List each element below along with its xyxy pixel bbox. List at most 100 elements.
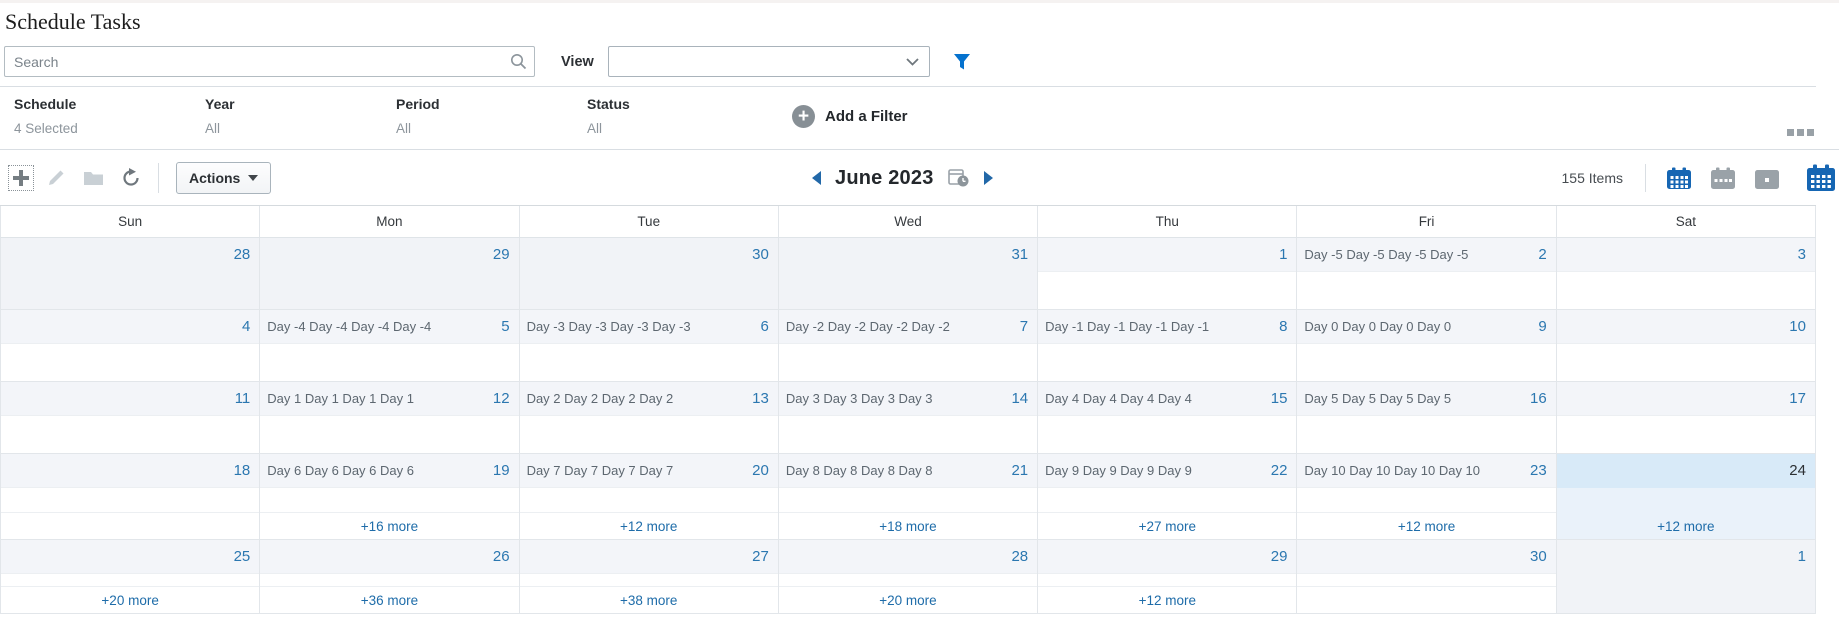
event-label[interactable]: Day 7 Day 7 Day 7 Day 7	[527, 463, 747, 478]
calendar-day-cell[interactable]: Day 7 Day 7 Day 7 Day 7 20 +12 more	[519, 454, 779, 539]
date-number[interactable]: 15	[1271, 390, 1288, 407]
filter-field-period[interactable]: Period All	[396, 96, 587, 136]
event-label[interactable]: Day 1 Day 1 Day 1 Day 1	[267, 391, 487, 406]
date-number[interactable]: 2	[1538, 246, 1546, 263]
day-view-icon[interactable]	[1754, 167, 1780, 190]
event-label[interactable]: Day 9 Day 9 Day 9 Day 9	[1045, 463, 1265, 478]
calendar-day-cell[interactable]: Day 2 Day 2 Day 2 Day 2 13	[519, 382, 779, 453]
calendar-day-cell[interactable]: 3	[1556, 238, 1816, 309]
event-label[interactable]: Day 4 Day 4 Day 4 Day 4	[1045, 391, 1265, 406]
date-number[interactable]: 23	[1530, 462, 1547, 479]
date-number[interactable]: 22	[1271, 462, 1288, 479]
more-events-link[interactable]: +36 more	[361, 593, 418, 608]
event-label[interactable]: Day 10 Day 10 Day 10 Day 10	[1304, 463, 1524, 478]
folder-icon[interactable]	[83, 169, 104, 186]
week-view-icon[interactable]	[1710, 167, 1736, 190]
calendar-day-cell[interactable]: Day 0 Day 0 Day 0 Day 0 9	[1297, 310, 1557, 381]
calendar-day-cell[interactable]: 18	[1, 454, 261, 539]
date-number[interactable]: 28	[1011, 548, 1028, 565]
date-number[interactable]: 19	[493, 462, 510, 479]
calendar-day-cell[interactable]: Day 6 Day 6 Day 6 Day 6 19 +16 more	[260, 454, 520, 539]
calendar-day-cell[interactable]: 1	[1038, 238, 1298, 309]
date-number[interactable]: 26	[493, 548, 510, 565]
date-number[interactable]: 27	[752, 548, 769, 565]
calendar-day-cell[interactable]: 29 +12 more	[1038, 540, 1298, 613]
date-number[interactable]: 20	[752, 462, 769, 479]
date-number[interactable]: 13	[752, 390, 769, 407]
calendar-panel-icon[interactable]	[1806, 164, 1836, 192]
calendar-day-cell[interactable]: Day -5 Day -5 Day -5 Day -5 2	[1297, 238, 1557, 309]
date-number[interactable]: 21	[1011, 462, 1028, 479]
more-events-link[interactable]: +12 more	[1398, 519, 1455, 534]
date-number[interactable]: 28	[234, 246, 251, 263]
date-number[interactable]: 11	[235, 390, 251, 407]
more-events-link[interactable]: +18 more	[879, 519, 936, 534]
calendar-day-cell[interactable]: 10	[1556, 310, 1816, 381]
calendar-day-cell[interactable]: Day 10 Day 10 Day 10 Day 10 23 +12 more	[1297, 454, 1557, 539]
calendar-day-cell[interactable]: Day -1 Day -1 Day -1 Day -1 8	[1038, 310, 1298, 381]
event-label[interactable]: Day -1 Day -1 Day -1 Day -1	[1045, 319, 1273, 334]
date-number[interactable]: 10	[1789, 318, 1806, 335]
more-events-link[interactable]: +20 more	[879, 593, 936, 608]
event-label[interactable]: Day 0 Day 0 Day 0 Day 0	[1304, 319, 1532, 334]
date-number[interactable]: 9	[1538, 318, 1546, 335]
date-number[interactable]: 12	[493, 390, 510, 407]
date-number[interactable]: 5	[501, 318, 509, 335]
calendar-day-cell[interactable]: 4	[1, 310, 261, 381]
next-month-icon[interactable]	[983, 171, 993, 185]
calendar-day-cell[interactable]: 31	[778, 238, 1039, 309]
date-number[interactable]: 8	[1279, 318, 1287, 335]
calendar-day-cell[interactable]: 25 +20 more	[1, 540, 261, 613]
event-label[interactable]: Day -5 Day -5 Day -5 Day -5	[1304, 247, 1532, 262]
date-number[interactable]: 16	[1530, 390, 1547, 407]
calendar-day-cell[interactable]: Day 8 Day 8 Day 8 Day 8 21 +18 more	[778, 454, 1039, 539]
date-number[interactable]: 24	[1789, 462, 1806, 479]
actions-button[interactable]: Actions	[176, 161, 272, 194]
calendar-day-cell[interactable]: Day -4 Day -4 Day -4 Day -4 5	[260, 310, 520, 381]
more-events-link[interactable]: +12 more	[620, 519, 677, 534]
date-number[interactable]: 25	[234, 548, 251, 565]
date-number[interactable]: 31	[1011, 246, 1028, 263]
more-events-link[interactable]: +20 more	[101, 593, 158, 608]
date-number[interactable]: 18	[234, 462, 251, 479]
calendar-day-cell[interactable]: 1	[1556, 540, 1816, 613]
calendar-day-cell[interactable]: Day 1 Day 1 Day 1 Day 1 12	[260, 382, 520, 453]
date-number[interactable]: 4	[242, 318, 250, 335]
filter-funnel-icon[interactable]	[952, 52, 972, 72]
calendar-day-cell[interactable]: 11	[1, 382, 261, 453]
calendar-day-cell[interactable]: 29	[260, 238, 520, 309]
event-label[interactable]: Day -3 Day -3 Day -3 Day -3	[527, 319, 755, 334]
date-number[interactable]: 14	[1011, 390, 1028, 407]
filter-field-status[interactable]: Status All	[587, 96, 778, 136]
date-picker-icon[interactable]	[947, 168, 970, 188]
add-filter-button[interactable]: + Add a Filter	[792, 104, 908, 128]
refresh-icon[interactable]	[121, 167, 141, 188]
date-number[interactable]: 17	[1789, 390, 1806, 407]
calendar-day-cell[interactable]: 30	[1297, 540, 1557, 613]
more-events-link[interactable]: +12 more	[1657, 519, 1714, 534]
date-number[interactable]: 7	[1020, 318, 1028, 335]
calendar-day-cell[interactable]: Day 5 Day 5 Day 5 Day 5 16	[1297, 382, 1557, 453]
calendar-day-cell[interactable]: Day -2 Day -2 Day -2 Day -2 7	[778, 310, 1039, 381]
filter-field-year[interactable]: Year All	[205, 96, 396, 136]
calendar-day-cell[interactable]: Day 3 Day 3 Day 3 Day 3 14	[778, 382, 1039, 453]
date-number[interactable]: 1	[1798, 548, 1806, 565]
event-label[interactable]: Day 8 Day 8 Day 8 Day 8	[786, 463, 1006, 478]
filter-field-schedule[interactable]: Schedule 4 Selected	[14, 96, 205, 136]
view-select[interactable]	[607, 46, 930, 77]
more-events-link[interactable]: +16 more	[361, 519, 418, 534]
search-input[interactable]	[4, 46, 535, 77]
calendar-day-cell[interactable]: 28 +20 more	[778, 540, 1039, 613]
more-events-link[interactable]: +38 more	[620, 593, 677, 608]
calendar-day-cell[interactable]: 24 +12 more	[1556, 454, 1816, 539]
calendar-day-cell[interactable]: 26 +36 more	[260, 540, 520, 613]
month-view-icon[interactable]	[1666, 167, 1692, 190]
event-label[interactable]: Day -4 Day -4 Day -4 Day -4	[267, 319, 495, 334]
overflow-menu-icon[interactable]	[1787, 129, 1814, 136]
calendar-day-cell[interactable]: 17	[1556, 382, 1816, 453]
edit-pencil-icon[interactable]	[47, 168, 66, 187]
calendar-day-cell[interactable]: Day 9 Day 9 Day 9 Day 9 22 +27 more	[1038, 454, 1298, 539]
event-label[interactable]: Day -2 Day -2 Day -2 Day -2	[786, 319, 1014, 334]
event-label[interactable]: Day 5 Day 5 Day 5 Day 5	[1304, 391, 1524, 406]
calendar-day-cell[interactable]: 28	[1, 238, 261, 309]
